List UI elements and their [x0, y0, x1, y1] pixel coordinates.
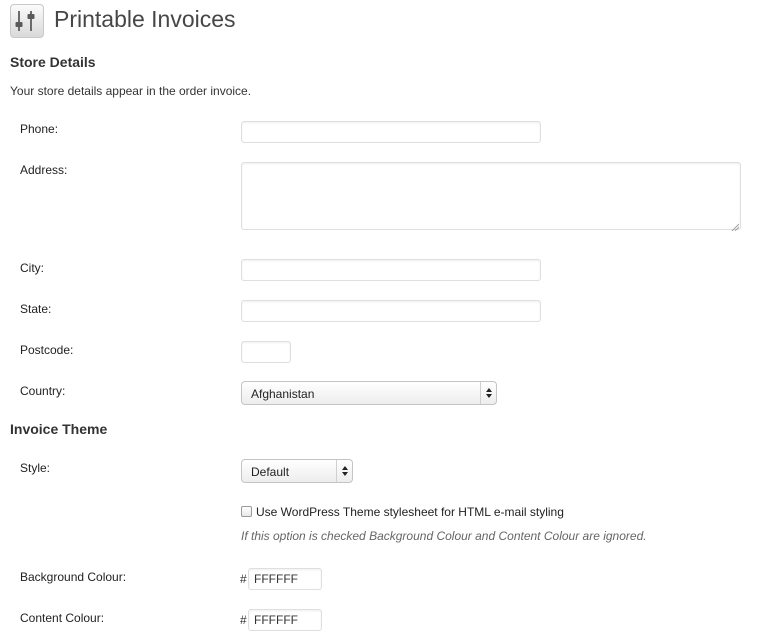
- page-title: Printable Invoices: [54, 6, 236, 32]
- country-label: Country:: [20, 384, 66, 398]
- style-label: Style:: [20, 461, 51, 475]
- phone-label: Phone:: [20, 122, 59, 136]
- country-select[interactable]: Afghanistan: [241, 381, 497, 405]
- country-select-value: Afghanistan: [251, 387, 315, 401]
- store-details-intro: Your store details appear in the order i…: [10, 84, 252, 98]
- postcode-label: Postcode:: [20, 343, 74, 357]
- style-select-value: Default: [251, 465, 290, 479]
- background-colour-label: Background Colour:: [20, 570, 127, 584]
- settings-sliders-icon: [10, 4, 44, 38]
- state-input[interactable]: [241, 300, 541, 322]
- content-colour-label: Content Colour:: [20, 611, 105, 625]
- city-input[interactable]: [241, 259, 541, 281]
- content-colour-hash: #: [240, 613, 247, 627]
- use-theme-stylesheet-label[interactable]: Use WordPress Theme stylesheet for HTML …: [256, 505, 564, 519]
- background-colour-hash: #: [240, 572, 247, 586]
- phone-input[interactable]: [241, 121, 541, 143]
- address-label: Address:: [20, 163, 68, 177]
- content-colour-input[interactable]: [248, 609, 322, 631]
- address-textarea[interactable]: [241, 162, 741, 232]
- resize-handle-icon[interactable]: [731, 220, 740, 232]
- select-updown-arrow-icon: [480, 382, 496, 404]
- store-details-heading: Store Details: [10, 54, 96, 70]
- theme-stylesheet-hint: If this option is checked Background Col…: [241, 529, 647, 543]
- use-theme-stylesheet-checkbox[interactable]: [241, 506, 252, 517]
- background-colour-input[interactable]: [248, 568, 322, 590]
- invoice-theme-heading: Invoice Theme: [10, 421, 108, 437]
- postcode-input[interactable]: [241, 341, 291, 363]
- state-label: State:: [20, 302, 52, 316]
- select-updown-arrow-icon: [336, 460, 352, 482]
- city-label: City:: [20, 261, 44, 275]
- style-select[interactable]: Default: [241, 459, 353, 483]
